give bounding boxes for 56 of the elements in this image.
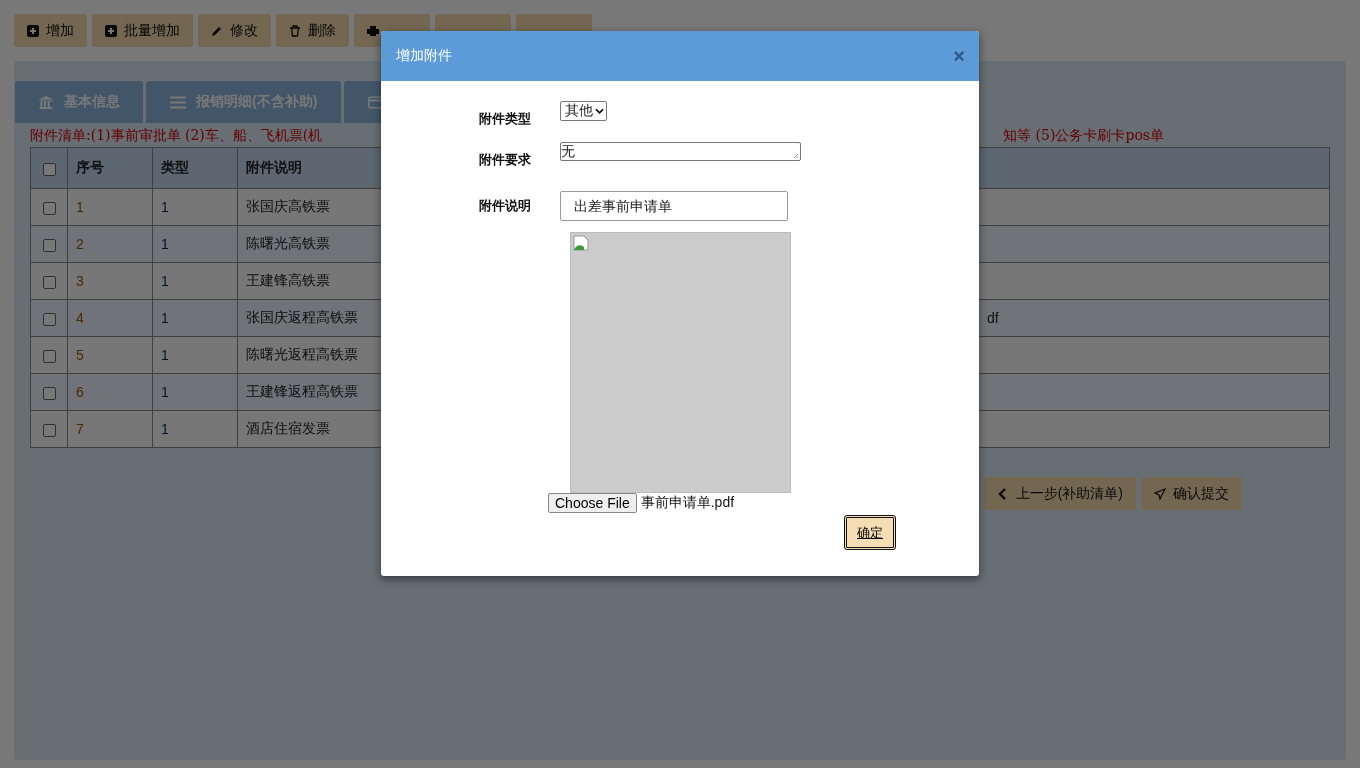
table-cell: 1 (67, 188, 153, 226)
toolbar-button[interactable]: 修改 (198, 14, 271, 47)
confirm-button[interactable]: 确定 (844, 515, 896, 550)
select-field[interactable]: 其他 (560, 101, 607, 121)
checkbox[interactable] (42, 238, 56, 252)
field-label: 附件类型 (478, 110, 531, 128)
checkbox[interactable] (42, 312, 56, 326)
checkbox[interactable] (42, 275, 56, 289)
field-label: 附件要求 (478, 151, 531, 169)
chevron-left-icon (996, 487, 1009, 500)
table-cell: 1 (152, 225, 238, 263)
checkbox[interactable] (42, 423, 56, 437)
caret-icon (595, 108, 604, 114)
bank-icon (38, 95, 54, 109)
field-label: 附件说明 (478, 196, 531, 215)
table-cell: 1 (152, 262, 238, 300)
list-icon (170, 95, 186, 109)
table-cell: 4 (67, 299, 153, 337)
table-cell: 2 (67, 225, 153, 263)
toolbar-button[interactable]: 删除 (276, 14, 349, 47)
notice-text: 附件清单:(1)事前审批单 (2)车、船、飞机票(机 (30, 126, 323, 145)
resize-grip-icon (793, 153, 799, 159)
table-cell: 1 (152, 373, 238, 411)
table-cell: 1 (152, 410, 238, 448)
table-cell: 6 (67, 373, 153, 411)
table-cell: 1 (152, 336, 238, 374)
broken-image-icon (573, 235, 589, 251)
footer-button[interactable]: 上一步(补助清单) (983, 477, 1136, 510)
checkbox[interactable] (42, 162, 56, 176)
checkbox[interactable] (42, 349, 56, 363)
pencil-icon (211, 24, 223, 37)
table-cell: 5 (67, 336, 153, 374)
footer-button[interactable]: 确认提交 (1141, 477, 1242, 510)
choose-file-button[interactable]: Choose File (548, 493, 637, 513)
table-cell: 3 (67, 262, 153, 300)
table-cell: 7 (67, 410, 153, 448)
textarea-field[interactable]: 无 (560, 142, 801, 161)
file-name: 事前申请单.pdf (640, 494, 735, 512)
column-header: 类型 (152, 147, 238, 189)
input-field[interactable]: 出差事前申请单 (560, 190, 788, 221)
close-button[interactable]: × (953, 44, 965, 68)
table-cell: 1 (152, 299, 238, 337)
printer-icon (367, 24, 379, 37)
plus-icon (27, 24, 39, 37)
column-header: 序号 (67, 147, 153, 189)
notice-text: 知等 (5)公务卡刷卡pos单 (1003, 126, 1164, 145)
trash-icon (289, 24, 301, 37)
dialog-title: 增加附件 (396, 47, 452, 65)
table-cell: 1 (152, 188, 238, 226)
checkbox[interactable] (42, 386, 56, 400)
table-cell: df (987, 310, 999, 326)
send-icon (1154, 487, 1166, 500)
plus-icon (105, 24, 117, 37)
checkbox[interactable] (42, 201, 56, 215)
toolbar-button[interactable]: 批量增加 (92, 14, 193, 47)
toolbar-button[interactable]: 增加 (14, 14, 87, 47)
